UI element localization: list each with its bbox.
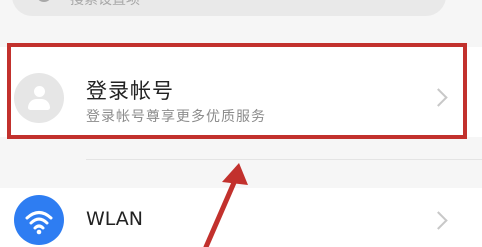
search-icon [36, 0, 52, 2]
highlight-box [7, 43, 467, 139]
wifi-icon [14, 195, 64, 245]
search-bar[interactable]: 搜索设置项 [12, 0, 446, 16]
search-placeholder: 搜索设置项 [70, 0, 140, 8]
divider [86, 159, 482, 160]
wlan-label: WLAN [86, 208, 144, 230]
chevron-right-icon [429, 211, 448, 230]
wlan-row[interactable]: WLAN [0, 188, 482, 247]
